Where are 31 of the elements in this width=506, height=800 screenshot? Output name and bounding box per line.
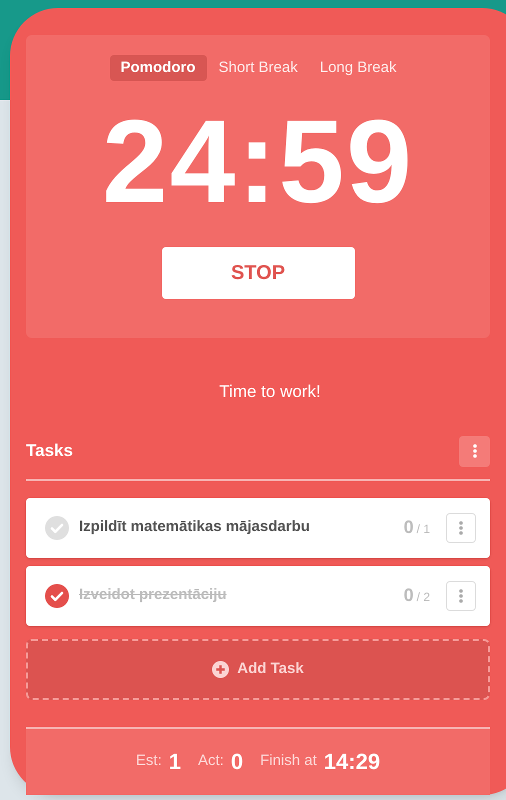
task-est-count: / 1 — [416, 521, 430, 538]
mode-tab[interactable]: Long Break — [310, 55, 406, 81]
mode-tab[interactable]: Pomodoro — [110, 55, 207, 81]
plus-circle-icon — [212, 660, 230, 678]
task-card[interactable]: Izveidot prezentāciju 0 / 2 — [26, 566, 490, 626]
check-icon[interactable] — [45, 584, 69, 608]
task-est-count: / 2 — [416, 589, 430, 606]
task-card[interactable]: Izpildīt matemātikas mājasdarbu 0 / 1 — [26, 498, 490, 558]
act-label: Act: — [198, 751, 224, 772]
est-value: 1 — [168, 748, 181, 776]
task-act-count: 0 — [404, 516, 414, 539]
status-message: Time to work! — [218, 381, 322, 403]
mode-tab[interactable]: Short Break — [208, 55, 308, 81]
stop-button[interactable]: STOP — [162, 247, 354, 299]
timer-display: 24:59 — [102, 103, 414, 221]
finish-time: 14:29 — [324, 748, 380, 776]
act-value: 0 — [230, 748, 244, 776]
add-task-button[interactable]: Add Task — [26, 638, 490, 700]
task-menu-button[interactable] — [446, 512, 476, 542]
more-icon — [472, 444, 476, 458]
task-title: Izpildīt matemātikas mājasdarbu — [79, 517, 311, 538]
tasks-heading: Tasks — [26, 440, 73, 462]
check-icon[interactable] — [45, 516, 69, 540]
task-menu-button[interactable] — [446, 580, 476, 610]
finish-label: Finish at — [260, 751, 317, 772]
more-icon — [459, 520, 463, 534]
task-title: Izveidot prezentāciju — [79, 585, 228, 606]
task-act-count: 0 — [404, 584, 414, 607]
tasks-menu-button[interactable] — [459, 436, 490, 466]
est-label: Est: — [136, 751, 162, 772]
more-icon — [459, 588, 463, 602]
